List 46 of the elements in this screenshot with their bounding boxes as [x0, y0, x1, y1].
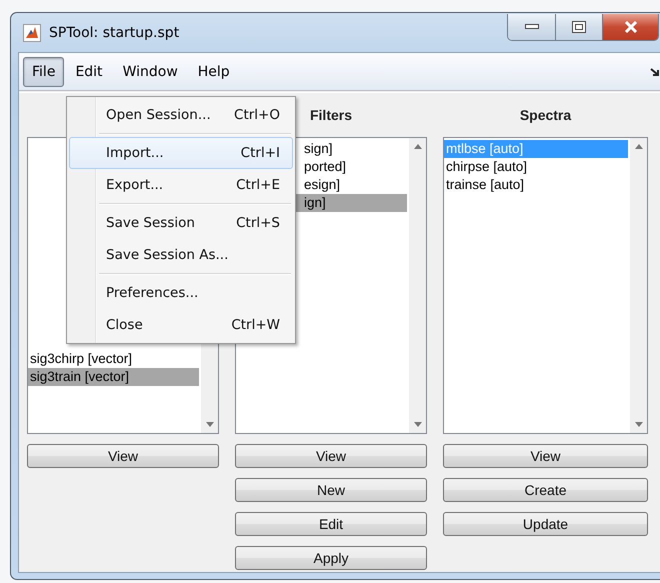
list-item[interactable]: sig3train [vector]: [28, 368, 199, 386]
menu-item-label: Close: [106, 317, 143, 333]
menu-title[interactable]: Window: [114, 56, 187, 86]
scroll-down-icon[interactable]: [414, 422, 422, 427]
shortcut-label: Ctrl+S: [236, 215, 280, 231]
dock-arrow-icon[interactable]: [650, 68, 660, 77]
list-item[interactable]: chirpse [auto]: [444, 158, 628, 176]
menu-item-label: Save Session: [106, 215, 195, 231]
menu-title[interactable]: File: [23, 56, 64, 86]
menu-item-label: Save Session As...: [106, 247, 228, 263]
action-button[interactable]: Apply: [235, 546, 427, 570]
action-button[interactable]: View: [27, 444, 219, 468]
column-header: Filters: [310, 107, 352, 123]
action-button[interactable]: Create: [443, 478, 648, 502]
action-button[interactable]: Edit: [235, 512, 427, 536]
close-button[interactable]: [602, 14, 658, 40]
scroll-up-icon[interactable]: [634, 144, 642, 149]
menu-item-label: Import...: [106, 145, 164, 161]
menu-title[interactable]: Edit: [66, 56, 112, 86]
menu-item-label: Open Session...: [106, 107, 211, 123]
action-button[interactable]: View: [235, 444, 427, 468]
list-item[interactable]: sig3chirp [vector]: [28, 350, 199, 368]
scroll-down-icon[interactable]: [206, 422, 214, 427]
shortcut-label: Ctrl+I: [240, 145, 280, 161]
scroll-up-icon[interactable]: [414, 144, 422, 149]
menu-title[interactable]: Help: [188, 56, 239, 86]
shortcut-label: Ctrl+O: [234, 107, 280, 123]
menu-item-label: Preferences...: [106, 285, 198, 301]
action-button[interactable]: View: [443, 444, 648, 468]
minimize-icon: [524, 24, 538, 30]
scroll-down-icon[interactable]: [634, 422, 642, 427]
menu-item-label: Export...: [106, 177, 164, 193]
maximize-icon: [572, 21, 586, 33]
column-header: Spectra: [520, 107, 572, 123]
window-title: SPTool: startup.spt: [49, 24, 180, 40]
maximize-button[interactable]: [555, 14, 602, 40]
menu-item[interactable]: Import... Ctrl+I: [69, 137, 293, 169]
list-box[interactable]: mtlbse [auto] chirpse [auto] trainse [auto]: [443, 137, 648, 434]
action-button[interactable]: New: [235, 478, 427, 502]
action-button[interactable]: Update: [443, 512, 648, 536]
close-icon: [624, 21, 638, 33]
menu-item[interactable]: Open Session... Ctrl+O: [69, 99, 293, 131]
shortcut-label: Ctrl+E: [236, 177, 280, 193]
list-item[interactable]: trainse [auto]: [444, 176, 628, 194]
app-logo-icon: [23, 24, 41, 42]
minimize-button[interactable]: [508, 14, 555, 40]
